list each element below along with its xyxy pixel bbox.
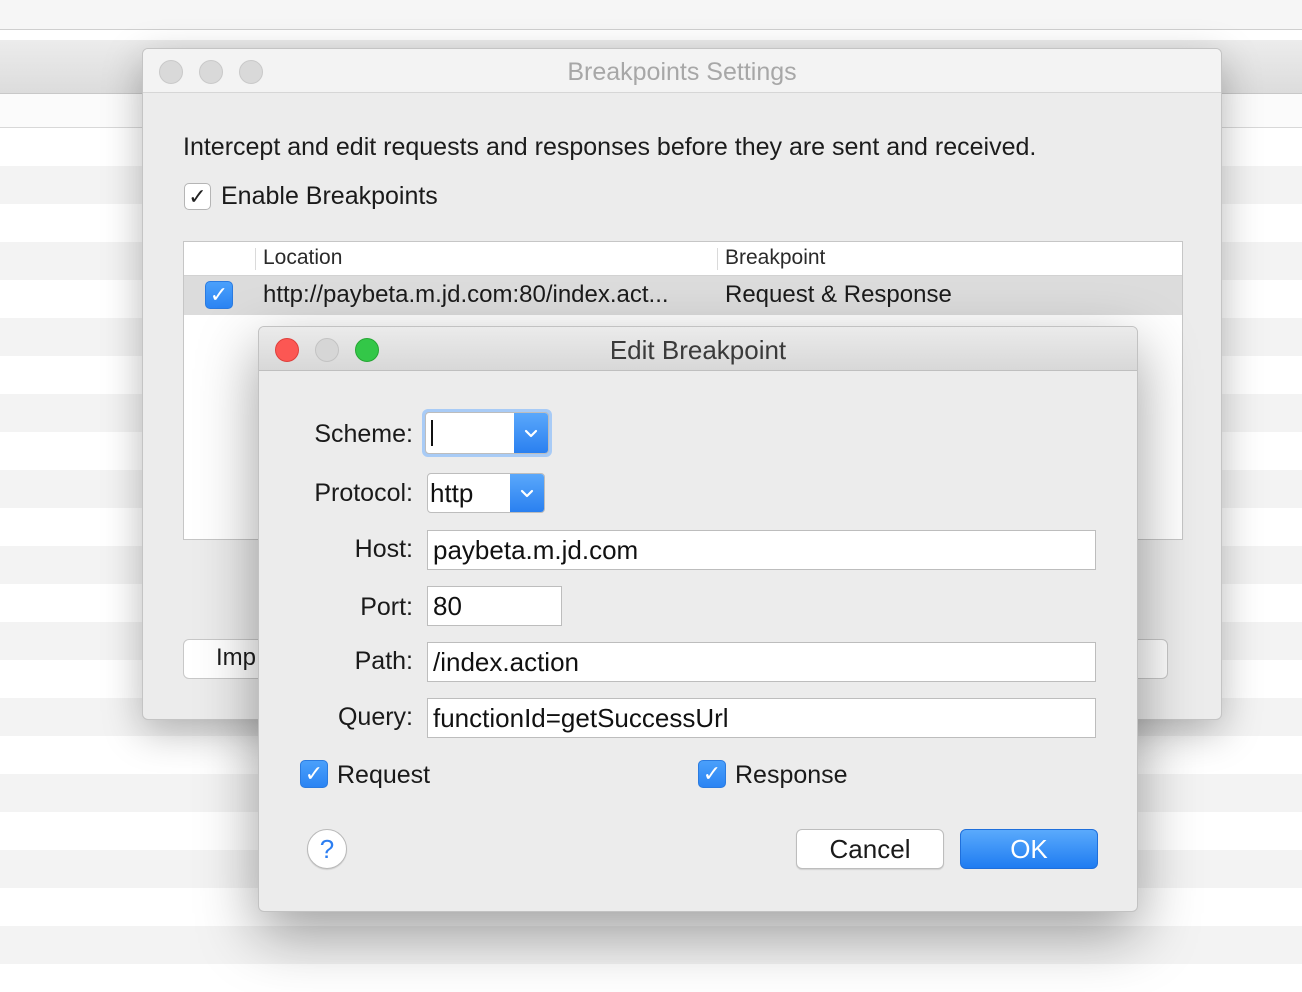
cancel-button[interactable]: Cancel [796, 829, 944, 869]
dialog-title: Edit Breakpoint [609, 335, 787, 365]
ok-button[interactable]: OK [960, 829, 1098, 869]
scheme-label: Scheme: [314, 420, 413, 448]
query-input[interactable]: functionId=getSuccessUrl [427, 698, 1096, 738]
response-label: Response [735, 761, 848, 789]
dialog-titlebar: Edit Breakpoint [259, 327, 1137, 371]
protocol-value: http [430, 478, 474, 508]
protocol-combobox[interactable]: http [427, 473, 545, 513]
enable-breakpoints-label: Enable Breakpoints [221, 182, 438, 210]
check-icon: ✓ [209, 282, 229, 307]
column-header-breakpoint[interactable]: Breakpoint [725, 246, 825, 270]
path-label: Path: [354, 647, 413, 675]
table-row[interactable]: ✓ http://paybeta.m.jd.com:80/index.act..… [184, 276, 1182, 315]
help-icon: ? [319, 834, 335, 864]
request-label: Request [337, 761, 431, 789]
settings-window-title: Breakpoints Settings [567, 58, 797, 86]
check-icon: ✓ [702, 761, 722, 786]
help-button[interactable]: ? [307, 829, 347, 869]
host-input[interactable]: paybeta.m.jd.com [427, 530, 1096, 570]
enable-breakpoints-checkbox[interactable]: ✓ [184, 183, 211, 210]
port-input[interactable]: 80 [427, 586, 562, 626]
scheme-combobox[interactable] [425, 412, 549, 454]
column-divider [717, 248, 718, 270]
settings-titlebar: Breakpoints Settings [143, 49, 1221, 93]
chevron-down-icon[interactable] [514, 413, 548, 453]
column-divider [255, 248, 256, 270]
response-checkbox[interactable]: ✓ [698, 760, 726, 788]
table-header: Location Breakpoint [184, 242, 1182, 276]
chevron-down-icon[interactable] [510, 474, 544, 512]
check-icon: ✓ [304, 761, 324, 786]
port-label: Port: [360, 593, 413, 621]
text-cursor [431, 420, 433, 446]
column-header-location[interactable]: Location [263, 246, 342, 270]
host-label: Host: [354, 535, 413, 563]
path-input[interactable]: /index.action [427, 642, 1096, 682]
background-topbar [0, 0, 1302, 30]
edit-breakpoint-dialog: Edit Breakpoint Scheme: Protocol: http H… [258, 326, 1138, 912]
row-location: http://paybeta.m.jd.com:80/index.act... [263, 281, 669, 308]
row-breakpoint: Request & Response [725, 281, 952, 308]
settings-description: Intercept and edit requests and response… [183, 133, 1037, 161]
protocol-label: Protocol: [314, 479, 413, 507]
check-icon: ✓ [188, 184, 207, 209]
row-enabled-checkbox[interactable]: ✓ [205, 281, 233, 309]
query-label: Query: [337, 703, 413, 731]
scheme-focus-ring [422, 409, 552, 457]
request-checkbox[interactable]: ✓ [300, 760, 328, 788]
